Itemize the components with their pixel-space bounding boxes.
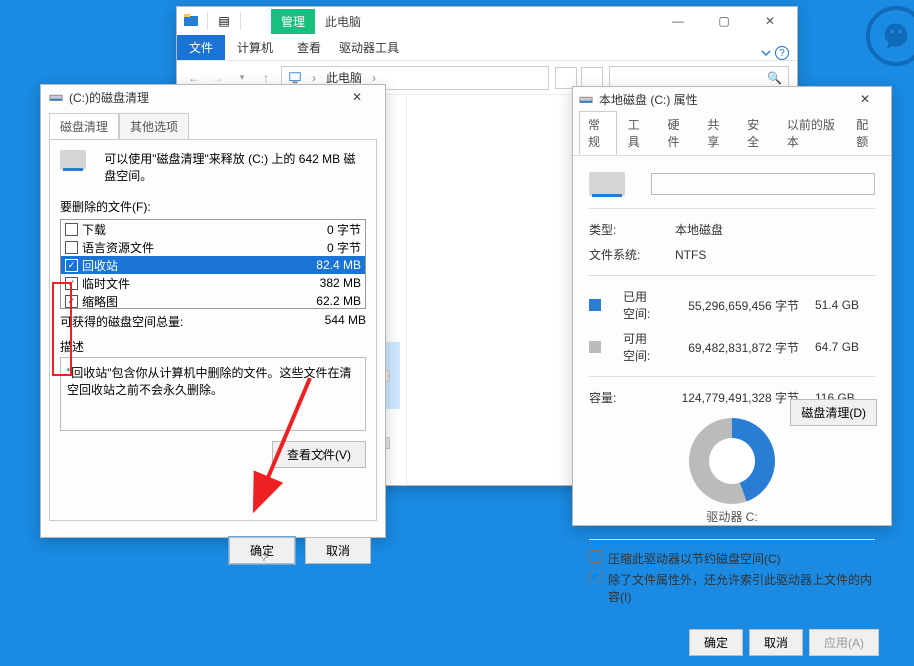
file-checkbox[interactable]: ✓ — [65, 259, 78, 272]
description-box: "回收站"包含你从计算机中删除的文件。这些文件在清空回收站之前不会永久删除。 — [60, 357, 366, 431]
index-checkbox-row[interactable]: ✓ 除了文件属性外，还允许索引此驱动器上文件的内容(I) — [589, 569, 875, 607]
drive-properties-dialog: 本地磁盘 (C:) 属性 ✕ 常规 工具 硬件 共享 安全 以前的版本 配额 类… — [572, 86, 892, 526]
maximize-button[interactable]: ▢ — [701, 9, 747, 33]
file-checkbox[interactable] — [65, 241, 78, 254]
props-cancel-button[interactable]: 取消 — [749, 629, 803, 656]
file-checkbox[interactable]: ✓ — [65, 295, 78, 308]
explorer-titlebar: ▤ 管理 此电脑 — ▢ ✕ — [177, 7, 797, 35]
tab-security[interactable]: 安全 — [738, 111, 776, 155]
driver-label: 驱动器 C: — [589, 508, 875, 525]
desktop-corner-badge — [866, 6, 914, 66]
drive-icon — [579, 92, 593, 106]
quickaccess-icon[interactable]: ▤ — [214, 11, 234, 31]
file-row[interactable]: ✓临时文件382 MB — [61, 274, 365, 292]
tab-quota[interactable]: 配额 — [847, 111, 885, 155]
explorer-ribbon-tabs: 文件 计算机 查看 驱动器工具 ? — [177, 35, 797, 61]
cleanup-description: 可以使用"磁盘清理"来释放 (C:) 上的 642 MB 磁盘空间。 — [104, 150, 366, 184]
file-row[interactable]: 下载0 字节 — [61, 220, 365, 238]
pc-icon — [288, 71, 302, 85]
minimize-button[interactable]: — — [655, 9, 701, 33]
file-list[interactable]: 下载0 字节语言资源文件0 字节✓回收站82.4 MB✓临时文件382 MB✓缩… — [60, 219, 366, 309]
tab-drive-tools[interactable]: 驱动器工具 — [333, 35, 411, 60]
total-recoverable: 544 MB — [325, 313, 366, 330]
disk-cleanup-dialog: (C:)的磁盘清理 ✕ 磁盘清理 其他选项 可以使用"磁盘清理"来释放 (C:)… — [40, 84, 386, 538]
cleanup-tab-other[interactable]: 其他选项 — [119, 113, 189, 139]
compress-checkbox[interactable] — [589, 550, 602, 563]
close-button[interactable]: ✕ — [747, 9, 793, 33]
file-row[interactable]: ✓缩略图62.2 MB — [61, 292, 365, 309]
tab-tools[interactable]: 工具 — [619, 111, 657, 155]
cleanup-cancel-button[interactable]: 取消 — [305, 537, 371, 564]
props-ok-button[interactable]: 确定 — [689, 629, 743, 656]
cleanup-icon — [49, 90, 63, 104]
tab-computer[interactable]: 计算机 — [225, 35, 285, 60]
props-apply-button[interactable]: 应用(A) — [809, 629, 879, 656]
tab-file[interactable]: 文件 — [177, 35, 225, 60]
cleanup-ok-button[interactable]: 确定 — [229, 537, 295, 564]
file-list-label: 要删除的文件(F): — [60, 198, 366, 215]
tab-view[interactable]: 查看 — [285, 35, 333, 60]
tab-general[interactable]: 常规 — [579, 111, 617, 155]
disk-cleanup-button[interactable]: 磁盘清理(D) — [790, 399, 877, 426]
index-checkbox[interactable]: ✓ — [589, 571, 602, 584]
cleanup-title: (C:)的磁盘清理 — [69, 89, 149, 106]
props-title: 本地磁盘 (C:) 属性 — [599, 91, 698, 108]
help-icon[interactable]: ? — [775, 46, 789, 60]
file-row[interactable]: 语言资源文件0 字节 — [61, 238, 365, 256]
tab-sharing[interactable]: 共享 — [698, 111, 736, 155]
usage-donut-chart — [689, 418, 775, 504]
drive-label-input[interactable] — [651, 173, 875, 195]
tab-hardware[interactable]: 硬件 — [659, 111, 697, 155]
file-checkbox[interactable]: ✓ — [65, 277, 78, 290]
cleanup-tab-main[interactable]: 磁盘清理 — [49, 113, 119, 139]
cleanup-drive-icon — [60, 150, 86, 170]
compress-checkbox-row[interactable]: 压缩此驱动器以节约磁盘空间(C) — [589, 548, 875, 569]
file-row[interactable]: ✓回收站82.4 MB — [61, 256, 365, 274]
view-files-button[interactable]: 查看文件(V) — [272, 441, 366, 468]
cleanup-close-button[interactable]: ✕ — [337, 90, 377, 104]
props-tabs: 常规 工具 硬件 共享 安全 以前的版本 配额 — [573, 111, 891, 156]
ribbon-expand[interactable]: ? — [761, 46, 797, 60]
used-color-swatch — [589, 299, 601, 311]
window-title: 此电脑 — [325, 13, 361, 30]
drive-thumb-icon — [589, 172, 625, 196]
props-close-button[interactable]: ✕ — [845, 92, 885, 106]
cursor-icon — [259, 551, 269, 561]
manage-tab[interactable]: 管理 — [271, 9, 315, 34]
tab-previous[interactable]: 以前的版本 — [778, 111, 845, 155]
explorer-icon — [181, 11, 201, 31]
file-checkbox[interactable] — [65, 223, 78, 236]
free-color-swatch — [589, 341, 601, 353]
